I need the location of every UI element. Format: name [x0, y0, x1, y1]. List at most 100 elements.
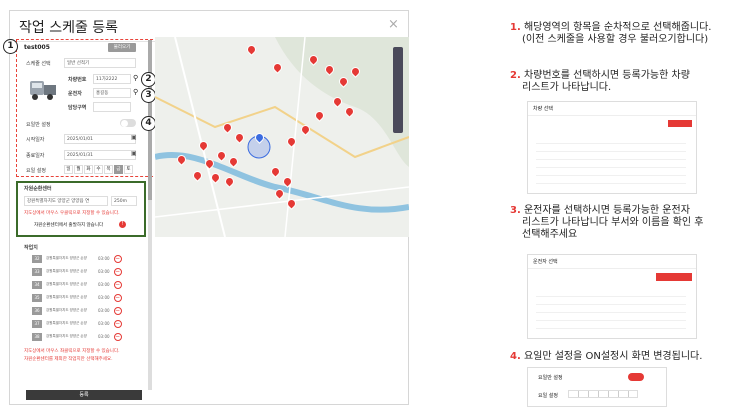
item-address: 강원특별자치도 양양군 손양	[46, 282, 87, 286]
start-date-input[interactable]: 2025/01/01	[64, 134, 136, 144]
distance-select[interactable]: 250m	[111, 196, 137, 206]
preview-repeat-label: 요일만 설정	[538, 375, 563, 381]
weekday-sun[interactable]: 일	[64, 165, 73, 174]
item-number: 33	[32, 267, 42, 276]
item-number: 32	[32, 254, 42, 263]
item-time: 03:00	[98, 256, 110, 261]
weekday-sat[interactable]: 토	[124, 165, 133, 174]
remove-icon[interactable]: −	[113, 267, 122, 276]
remove-icon[interactable]: −	[113, 254, 122, 263]
item-time: 03:00	[98, 334, 110, 339]
end-label: 종료일자	[26, 153, 45, 159]
item-number: 38	[32, 332, 42, 341]
item-address: 강원특별자치도 양양군 손양	[46, 321, 87, 325]
weekday-mon[interactable]: 월	[74, 165, 83, 174]
step-2-text-b: 리스트가 나타납니다.	[522, 82, 612, 93]
repeat-toggle[interactable]	[120, 119, 136, 127]
submit-button[interactable]: 등록	[26, 390, 142, 400]
preview-search-button	[668, 120, 692, 127]
weekday-wed[interactable]: 수	[94, 165, 103, 174]
step-2-number: 2.	[510, 70, 521, 81]
step-1-text-b: (이전 스케줄을 사용할 경우 불러오기합니다)	[522, 34, 709, 45]
search-icon[interactable]: ⚲	[133, 74, 138, 82]
list-item[interactable]: 32 강원특별자치도 양양군 손양 03:00 −	[32, 252, 144, 265]
remove-icon[interactable]: −	[113, 332, 122, 341]
dialog-title: 작업 스케줄 등록	[19, 20, 119, 36]
step-marker-1: 1	[3, 39, 18, 54]
car-number-input[interactable]: 11가2222	[93, 74, 131, 84]
preview-table	[536, 289, 686, 333]
list-item[interactable]: 37 강원특별자치도 양양군 손양 03:00 −	[32, 317, 144, 330]
preview-weekday-label: 요일 설정	[538, 393, 558, 399]
item-address: 강원특별자치도 양양군 손양	[46, 256, 87, 260]
item-time: 03:00	[98, 308, 110, 313]
remove-icon[interactable]: −	[113, 306, 122, 315]
search-icon[interactable]: ⚲	[133, 88, 138, 96]
calendar-icon[interactable]: ▣	[131, 134, 137, 141]
schedule-select[interactable]: 일반 선적기	[64, 58, 136, 68]
step-marker-4: 4	[141, 116, 156, 131]
worklist: 32 강원특별자치도 양양군 손양 03:00 − 33 강원특별자치도 양양군…	[32, 252, 144, 343]
worklist-title: 작업지	[24, 245, 38, 251]
end-date-input[interactable]: 2025/01/31	[64, 150, 136, 160]
preview-weekdays	[568, 390, 638, 398]
step-4-number: 4.	[510, 351, 521, 362]
item-time: 03:00	[98, 295, 110, 300]
list-item[interactable]: 38 강원특별자치도 양양군 손양 03:00 −	[32, 330, 144, 343]
load-button[interactable]: 불러오기	[108, 43, 136, 52]
worklist-warning-2: 자원순환센터를 제외한 작업지만 선택해주세요.	[24, 357, 113, 362]
weekday-thu[interactable]: 목	[104, 165, 113, 174]
step-3-text-b: 리스트가 나타납니다 부서와 이름을 확인 후	[522, 217, 704, 228]
weekday-tue[interactable]: 화	[84, 165, 93, 174]
map[interactable]	[155, 37, 409, 237]
preview-search-button	[656, 273, 692, 281]
driver-select-preview: 운전자 선택	[527, 254, 697, 339]
item-time: 03:00	[98, 282, 110, 287]
list-item[interactable]: 33 강원특별자치도 양양군 손양 03:00 −	[32, 265, 144, 278]
center-note: 자원순환센터에서 출발하지 않습니다	[34, 223, 104, 228]
list-item[interactable]: 36 강원특별자치도 양양군 손양 03:00 −	[32, 304, 144, 317]
calendar-icon[interactable]: ▣	[131, 150, 137, 157]
repeat-label: 요일반 설정	[26, 122, 51, 128]
item-number: 35	[32, 293, 42, 302]
repeat-setting-preview: 요일만 설정 요일 설정	[527, 367, 667, 407]
step-1-number: 1.	[510, 22, 521, 33]
start-label: 시작일자	[26, 137, 45, 143]
driver-label: 운전자	[68, 91, 82, 97]
alert-icon: !	[119, 221, 126, 228]
preview-toggle-on	[628, 373, 644, 381]
item-address: 강원특별자치도 양양군 손양	[46, 334, 87, 338]
remove-icon[interactable]: −	[113, 280, 122, 289]
item-address: 강원특별자치도 양양군 손양	[46, 308, 87, 312]
remove-icon[interactable]: −	[113, 293, 122, 302]
close-icon[interactable]: ×	[388, 17, 399, 32]
guide-step-4: 4. 요일만 설정을 ON설정시 화면 변경됩니다.	[510, 351, 740, 363]
area-label: 담당구역	[68, 105, 87, 111]
schedule-name: test005	[24, 44, 50, 51]
driver-input[interactable]: 홍길동	[93, 88, 131, 98]
step-marker-2: 2	[141, 72, 156, 87]
worklist-warning-1: 지도상에서 마우스 좌클릭으로 지정할 수 있습니다.	[24, 349, 120, 354]
step-2-text-a: 차량번호를 선택하시면 등록가능한 차량	[523, 70, 690, 81]
map-zoom-control[interactable]	[393, 47, 403, 133]
step-3-number: 3.	[510, 205, 521, 216]
remove-icon[interactable]: −	[113, 319, 122, 328]
preview-title: 차량 선택	[528, 102, 696, 116]
preview-title: 운전자 선택	[528, 255, 696, 269]
center-select[interactable]: 강원특별자치도 양양군 양양읍 연	[24, 196, 108, 206]
list-item[interactable]: 35 강원특별자치도 양양군 손양 03:00 −	[32, 291, 144, 304]
center-warning: 지도상에서 마우스 우클릭으로 지정할 수 있습니다.	[24, 211, 120, 216]
area-input[interactable]	[93, 102, 131, 112]
center-title: 자원순환센터	[24, 186, 52, 192]
step-marker-3: 3	[141, 88, 156, 103]
item-number: 37	[32, 319, 42, 328]
weekday-fri[interactable]: 금	[114, 165, 123, 174]
step-1-text-a: 해당영역의 항목을 순차적으로 선택해줍니다.	[523, 22, 712, 33]
item-address: 강원특별자치도 양양군 손양	[46, 269, 87, 273]
list-item[interactable]: 34 강원특별자치도 양양군 손양 03:00 −	[32, 278, 144, 291]
item-number: 34	[32, 280, 42, 289]
item-number: 36	[32, 306, 42, 315]
item-time: 03:00	[98, 321, 110, 326]
guide-step-2: 2. 차량번호를 선택하시면 등록가능한 차량 리스트가 나타납니다.	[510, 70, 740, 94]
step-4-text-a: 요일만 설정을 ON설정시 화면 변경됩니다.	[523, 351, 703, 362]
